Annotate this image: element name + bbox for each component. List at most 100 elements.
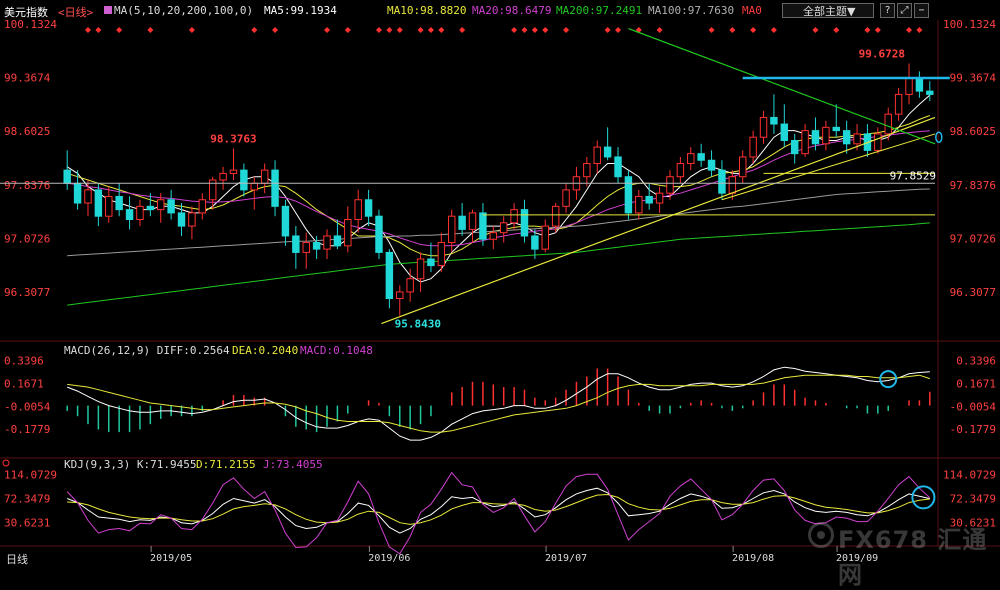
candle-body bbox=[292, 235, 300, 253]
candle-body bbox=[364, 199, 373, 217]
candle-body bbox=[167, 199, 175, 214]
candle-body bbox=[333, 235, 342, 247]
macd-y-tick-left: 0.1671 bbox=[4, 377, 44, 390]
period-tab-daily[interactable]: 日线 bbox=[6, 551, 28, 567]
candle-body bbox=[676, 163, 685, 178]
signal-diamond bbox=[417, 27, 424, 33]
candle-body bbox=[655, 192, 664, 204]
macd-dea-label: DEA:0.2040 bbox=[232, 344, 298, 357]
candle-body bbox=[479, 212, 487, 240]
candle-body bbox=[177, 212, 186, 227]
y-tick-right: 97.0726 bbox=[950, 232, 996, 245]
candle-body bbox=[63, 169, 71, 184]
chart-canvas[interactable]: 100.1324 100.1324 99.3674 99.3674 98.6025 98.… bbox=[0, 0, 1000, 568]
candle-body bbox=[105, 195, 113, 217]
candle-body bbox=[822, 126, 830, 145]
candle-body bbox=[770, 116, 778, 125]
signal-diamond bbox=[396, 27, 403, 33]
candle-body bbox=[531, 235, 539, 250]
candle-body bbox=[842, 130, 851, 145]
candle-body bbox=[437, 242, 446, 267]
y-tick-right: 100.1324 bbox=[943, 18, 996, 31]
candle-body bbox=[801, 130, 809, 155]
signal-diamond bbox=[906, 27, 913, 33]
candle-body bbox=[739, 156, 747, 178]
macd-dea-line bbox=[67, 374, 930, 433]
candle-body bbox=[385, 251, 394, 300]
macd-y-tick-right: -0.0054 bbox=[950, 400, 997, 413]
x-axis-label: 2019/08 bbox=[732, 553, 774, 564]
candle-body bbox=[323, 235, 331, 250]
ma-line-ma100 bbox=[67, 188, 930, 257]
kdj-line-d bbox=[67, 493, 930, 525]
candle-body bbox=[707, 159, 716, 171]
kdj-y-tick-right: 72.3479 bbox=[950, 492, 996, 505]
signal-diamond bbox=[729, 27, 736, 33]
signal-diamond bbox=[563, 27, 570, 33]
candle-body bbox=[926, 90, 934, 95]
candle-body bbox=[115, 195, 123, 211]
candle-body bbox=[250, 182, 258, 191]
candle-body bbox=[718, 169, 726, 194]
signal-diamond bbox=[833, 27, 840, 33]
signal-diamond bbox=[375, 27, 382, 33]
x-axis-label: 2019/05 bbox=[150, 553, 192, 564]
signal-diamond bbox=[812, 27, 819, 33]
candle-body bbox=[780, 123, 789, 141]
kdj-toggle-icon bbox=[2, 459, 10, 467]
candle-body bbox=[635, 195, 643, 214]
kdj-line-k bbox=[67, 487, 930, 534]
candle-body bbox=[271, 169, 279, 207]
candle-body bbox=[645, 195, 653, 204]
signal-diamond bbox=[615, 27, 622, 33]
candle-body bbox=[146, 205, 155, 211]
kdj-y-tick-left: 30.6231 bbox=[4, 516, 50, 529]
candle-body bbox=[728, 176, 737, 194]
candle-body bbox=[894, 93, 903, 115]
candle-body bbox=[396, 291, 404, 299]
macd-title: MACD(26,12,9) DIFF:0.2564 bbox=[64, 344, 230, 357]
candle-body bbox=[905, 77, 913, 95]
signal-diamond bbox=[459, 27, 466, 33]
signal-diamond bbox=[770, 27, 777, 33]
candle-body bbox=[489, 232, 498, 240]
candle-body bbox=[624, 176, 633, 214]
candle-body bbox=[811, 130, 820, 145]
candle-body bbox=[406, 278, 414, 293]
y-tick-left: 96.3077 bbox=[4, 286, 50, 299]
candle-body bbox=[562, 189, 570, 207]
candle-body bbox=[499, 222, 508, 234]
x-axis-label: 2019/07 bbox=[545, 553, 587, 564]
candle-body bbox=[884, 113, 892, 135]
kdj-line-j bbox=[66, 471, 931, 555]
candle-body bbox=[697, 153, 705, 161]
signal-diamond bbox=[84, 27, 91, 33]
annotation-high: 98.3763 bbox=[210, 132, 256, 145]
candle-body bbox=[219, 172, 227, 181]
candle-body bbox=[198, 199, 207, 214]
signal-diamond bbox=[95, 27, 102, 33]
candle-body bbox=[593, 146, 601, 165]
ma-line-ma5 bbox=[66, 94, 931, 283]
candle-body bbox=[260, 169, 269, 184]
candle-body bbox=[240, 169, 248, 191]
kdj-d-label: D:71.2155 bbox=[196, 458, 256, 471]
candle-body bbox=[520, 209, 529, 237]
ma-line-ma10 bbox=[67, 115, 930, 257]
candle-body bbox=[541, 225, 549, 250]
candle-body bbox=[84, 189, 92, 204]
annotation-level: 97.8529 bbox=[890, 169, 936, 182]
candle-body bbox=[853, 133, 861, 145]
signal-diamond bbox=[708, 27, 715, 33]
kdj-j-label: J:73.4055 bbox=[263, 458, 323, 471]
macd-y-tick-left: -0.1779 bbox=[4, 423, 50, 436]
y-tick-left: 98.6025 bbox=[4, 125, 50, 138]
signal-diamond bbox=[874, 27, 881, 33]
fx678-logo-icon bbox=[808, 522, 834, 548]
macd-y-tick-right: 0.3396 bbox=[956, 355, 996, 368]
signal-diamond bbox=[864, 27, 871, 33]
annotation-high: 99.6728 bbox=[859, 47, 905, 60]
candle-body bbox=[790, 140, 799, 155]
signal-diamond bbox=[531, 27, 538, 33]
macd-y-tick-right: 0.1671 bbox=[956, 377, 996, 390]
